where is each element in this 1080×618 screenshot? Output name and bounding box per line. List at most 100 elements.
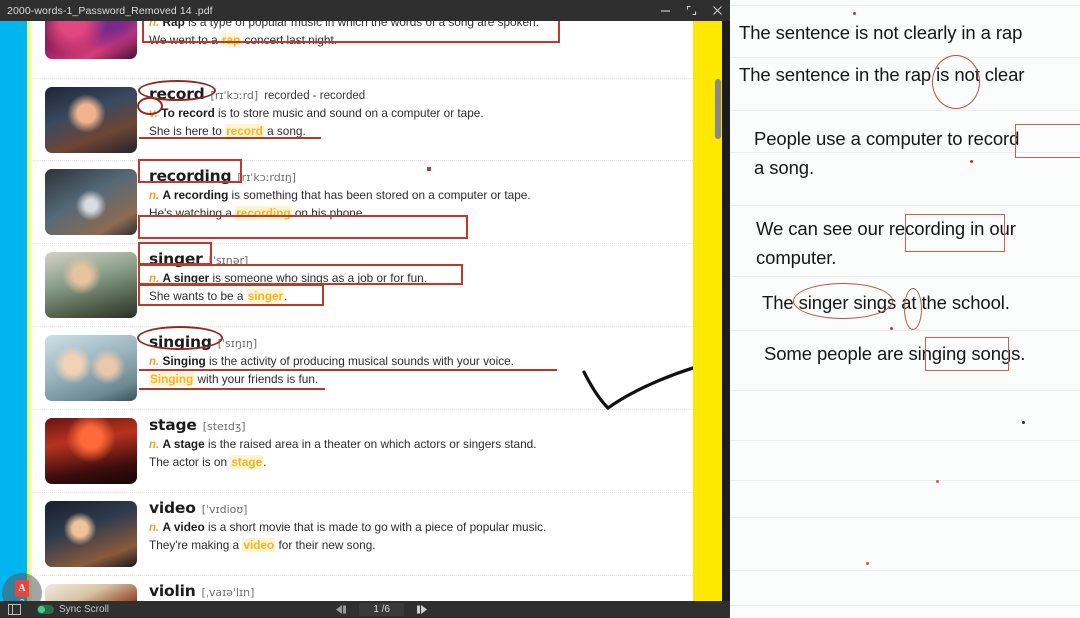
definition-headword: A stage [162, 437, 205, 451]
pronunciation: [ˌvaɪəˈlɪn] [201, 586, 255, 599]
entry-headline-singing: singing [ˈsɪŋɪŋ] [149, 333, 687, 351]
pdf-reader-window: 2000-words-1_Password_Removed 14 .pdf n.… [0, 0, 730, 618]
pronunciation: [rɪˈkɔːrd] [210, 89, 259, 102]
note-line-2: The sentence in the rap is not clear [739, 64, 1025, 85]
definition-headword: A video [162, 520, 205, 534]
pronunciation: [rɪˈkɔːrdɪŋ] [237, 171, 297, 184]
example-stage: The actor is on stage. [149, 455, 267, 470]
headword: video [149, 499, 196, 517]
highlighted-word: rap [220, 33, 242, 48]
page-navigation: 1 /6 [333, 603, 730, 616]
definition-stage: n. A stage is the raised area in a theat… [149, 437, 687, 453]
highlighted-word: video [242, 538, 276, 553]
annotation-dot [890, 327, 893, 330]
definition-text: is a type of popular music in which the … [184, 21, 539, 29]
definition-video: n. A video is a short movie that is made… [149, 520, 687, 536]
part-of-speech: n. [149, 522, 160, 534]
note-line-8: Some people are singing songs. [764, 343, 1026, 364]
viewport-right-edge [722, 21, 730, 601]
definition-text: is to store music and sound on a compute… [214, 106, 484, 120]
entry-headline-video: video [ˈvɪdioʊ] [149, 499, 687, 517]
annotation-dot [970, 160, 973, 163]
table-row[interactable]: record [rɪˈkɔːrd] recorded - recorded v.… [33, 79, 693, 161]
annotation-dot [1022, 421, 1025, 424]
definition-headword: To record [161, 106, 215, 120]
note-line-5: We can see our recording in our [756, 218, 1016, 239]
thumb-rap [45, 21, 137, 59]
screen-root: 2000-words-1_Password_Removed 14 .pdf n.… [0, 0, 1080, 618]
ruled-line [730, 205, 1080, 206]
headword: recording [149, 167, 232, 185]
definition-singer: n. A singer is someone who sings as a jo… [149, 271, 687, 287]
entry-body-singing: singing [ˈsɪŋɪŋ] n. Singing is the activ… [137, 326, 693, 394]
highlighted-word: recording [235, 206, 292, 221]
annotation-dot [866, 562, 869, 565]
pdf-icon: A [15, 579, 29, 597]
ruled-line [730, 57, 1080, 58]
entry-body-video: video [ˈvɪdioʊ] n. A video is a short mo… [137, 493, 693, 560]
ruled-line [730, 517, 1080, 518]
window-controls [652, 0, 730, 21]
pronunciation: [ˈvɪdioʊ] [201, 503, 248, 516]
definition-text: is a short movie that is made to go with… [204, 520, 547, 534]
thumb-recording [45, 169, 137, 235]
thumb-violin [45, 584, 137, 601]
table-row[interactable]: violin [ˌvaɪəˈlɪn] [33, 576, 693, 601]
definition-headword: A singer [162, 271, 210, 285]
previous-page-button[interactable] [333, 604, 353, 616]
sync-scroll-toggle[interactable] [37, 605, 54, 614]
definition-text: is the activity of producing musical sou… [205, 354, 514, 368]
sync-scroll-label: Sync Scroll [59, 604, 110, 615]
highlighted-word: Singing [149, 372, 195, 387]
close-button[interactable] [704, 0, 730, 21]
example-singer: She wants to be a singer. [149, 289, 288, 304]
highlighted-word: stage [230, 455, 264, 470]
thumb-video [45, 501, 137, 567]
note-line-3: People use a computer to record [754, 128, 1020, 149]
example-rap: We went to a rap concert last night. [149, 33, 338, 48]
definition-singing: n. Singing is the activity of producing … [149, 354, 687, 370]
restore-button[interactable] [678, 0, 704, 21]
table-row[interactable]: singing [ˈsɪŋɪŋ] n. Singing is the activ… [33, 326, 693, 410]
table-row[interactable]: singer [ˈsɪŋər] n. A singer is someone w… [33, 242, 693, 327]
annotation-dot [936, 480, 939, 483]
annotation-dot [853, 12, 856, 15]
side-panel-toggle-icon[interactable] [8, 604, 21, 615]
ruled-line [730, 330, 1080, 331]
part-of-speech: n. [149, 356, 160, 368]
pdf-page: n. Rap is a type of popular music in whi… [33, 21, 730, 601]
entry-body-violin: violin [ˌvaɪəˈlɪn] [137, 576, 693, 601]
document-viewport[interactable]: n. Rap is a type of popular music in whi… [0, 21, 730, 601]
ruled-line [730, 605, 1080, 606]
table-row[interactable]: stage [steɪdʒ] n. A stage is the raised … [33, 410, 693, 493]
entry-headline-violin: violin [ˌvaɪəˈlɪn] [149, 582, 687, 600]
next-page-button[interactable] [410, 604, 430, 616]
page-left-color-band [0, 21, 27, 601]
annotation-underline-record-example [139, 137, 321, 139]
example-recording: He's watching a recording on his phone. [149, 206, 366, 221]
definition-headword: A recording [162, 188, 229, 202]
ruled-line [730, 276, 1080, 277]
table-row[interactable]: video [ˈvɪdioʊ] n. A video is a short mo… [33, 493, 693, 576]
table-row[interactable]: n. Rap is a type of popular music in whi… [33, 21, 693, 79]
thumb-record [45, 87, 137, 153]
definition-text: is something that has been stored on a c… [228, 188, 531, 202]
page-indicator[interactable]: 1 /6 [359, 603, 404, 616]
part-of-speech: n. [149, 273, 160, 285]
thumb-stage [45, 418, 137, 484]
window-titlebar: 2000-words-1_Password_Removed 14 .pdf [0, 0, 730, 21]
table-row[interactable]: recording [rɪˈkɔːrdɪŋ] n. A recording is… [33, 159, 693, 244]
note-line-7: The singer sings at the school. [762, 292, 1010, 313]
entry-body-rap: n. Rap is a type of popular music in whi… [137, 21, 693, 55]
note-line-4: a song. [754, 157, 814, 178]
notes-panel[interactable]: The sentence is not clearly in a rap The… [730, 0, 1080, 618]
status-bar: Sync Scroll 1 /6 [0, 601, 730, 618]
annotation-underline-singing-example [139, 388, 325, 390]
minimize-button[interactable] [652, 0, 678, 21]
document-scrollbar-thumb[interactable] [715, 79, 721, 139]
definition-recording: n. A recording is something that has bee… [149, 188, 687, 204]
ruled-line [730, 390, 1080, 391]
definition-headword: Rap [162, 21, 185, 29]
note-line-1: The sentence is not clearly in a rap [739, 22, 1023, 43]
headword: violin [149, 582, 196, 600]
